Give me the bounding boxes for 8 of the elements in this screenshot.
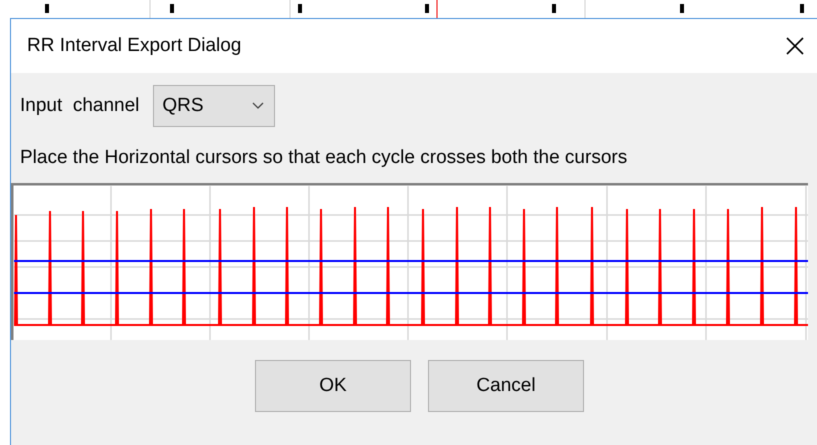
channel-dropdown[interactable]: QRS	[153, 85, 276, 127]
cancel-button[interactable]: Cancel	[428, 360, 584, 412]
input-channel-label: Input channel	[20, 95, 140, 117]
chevron-down-icon[interactable]	[252, 102, 264, 110]
ok-button[interactable]: OK	[255, 360, 411, 412]
instruction-text: Place the Horizontal cursors so that each cycle crosses both the cursors	[20, 147, 628, 169]
close-icon[interactable]	[785, 36, 805, 56]
window-title: RR Interval Export Dialog	[27, 35, 242, 57]
